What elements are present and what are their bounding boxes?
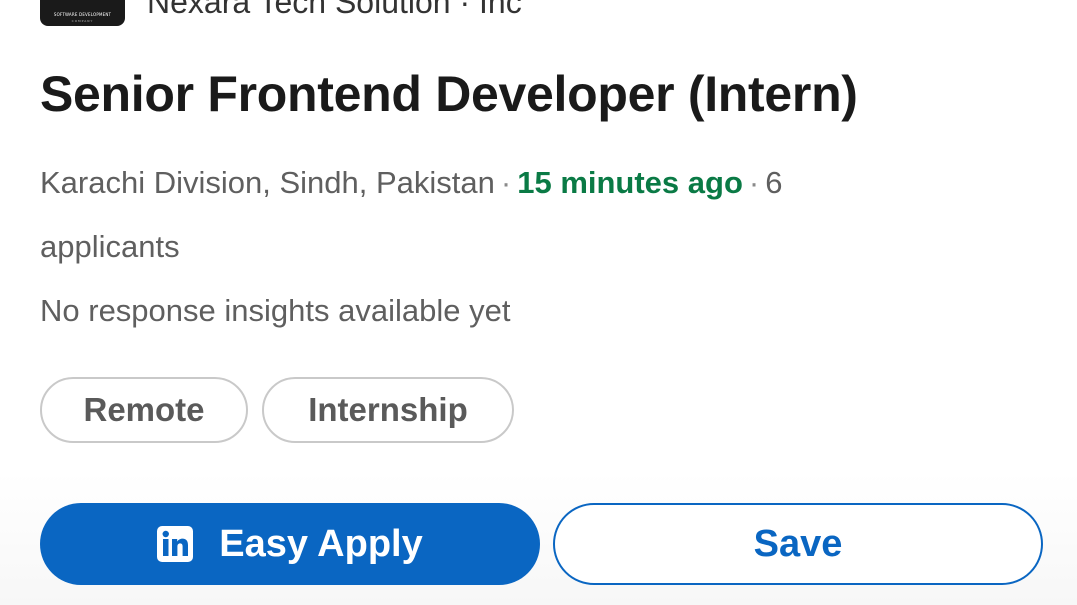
linkedin-icon xyxy=(157,526,194,562)
applicants-count: 6 xyxy=(765,165,783,200)
easy-apply-button[interactable]: Easy Apply xyxy=(40,503,540,585)
job-type-chip[interactable]: Internship xyxy=(262,377,514,443)
company-logo[interactable]: SOFTWARE DEVELOPMENT COMPANY xyxy=(40,0,125,26)
easy-apply-label: Easy Apply xyxy=(219,522,423,565)
response-insights: No response insights available yet xyxy=(40,293,511,328)
job-card: SOFTWARE DEVELOPMENT COMPANY Nexara Tech… xyxy=(0,0,1077,605)
save-label: Save xyxy=(753,522,843,565)
job-location: Karachi Division, Sindh, Pakistan xyxy=(40,165,495,200)
meta-separator: · xyxy=(500,165,512,200)
applicants-label: applicants xyxy=(40,229,180,264)
job-tags: Remote Internship xyxy=(40,377,528,443)
company-name[interactable]: Nexara Tech Solution · Inc xyxy=(147,0,522,21)
posted-time: 15 minutes ago xyxy=(517,165,743,200)
company-logo-text: SOFTWARE DEVELOPMENT xyxy=(53,12,112,17)
company-logo-subtext: COMPANY xyxy=(71,19,94,23)
job-title: Senior Frontend Developer (Intern) xyxy=(40,66,858,122)
job-meta-line: Karachi Division, Sindh, Pakistan · 15 min… xyxy=(40,163,782,203)
meta-separator: · xyxy=(748,165,760,200)
save-button[interactable]: Save xyxy=(553,503,1043,585)
workplace-type-chip[interactable]: Remote xyxy=(40,377,248,443)
company-row: SOFTWARE DEVELOPMENT COMPANY Nexara Tech… xyxy=(40,0,522,26)
